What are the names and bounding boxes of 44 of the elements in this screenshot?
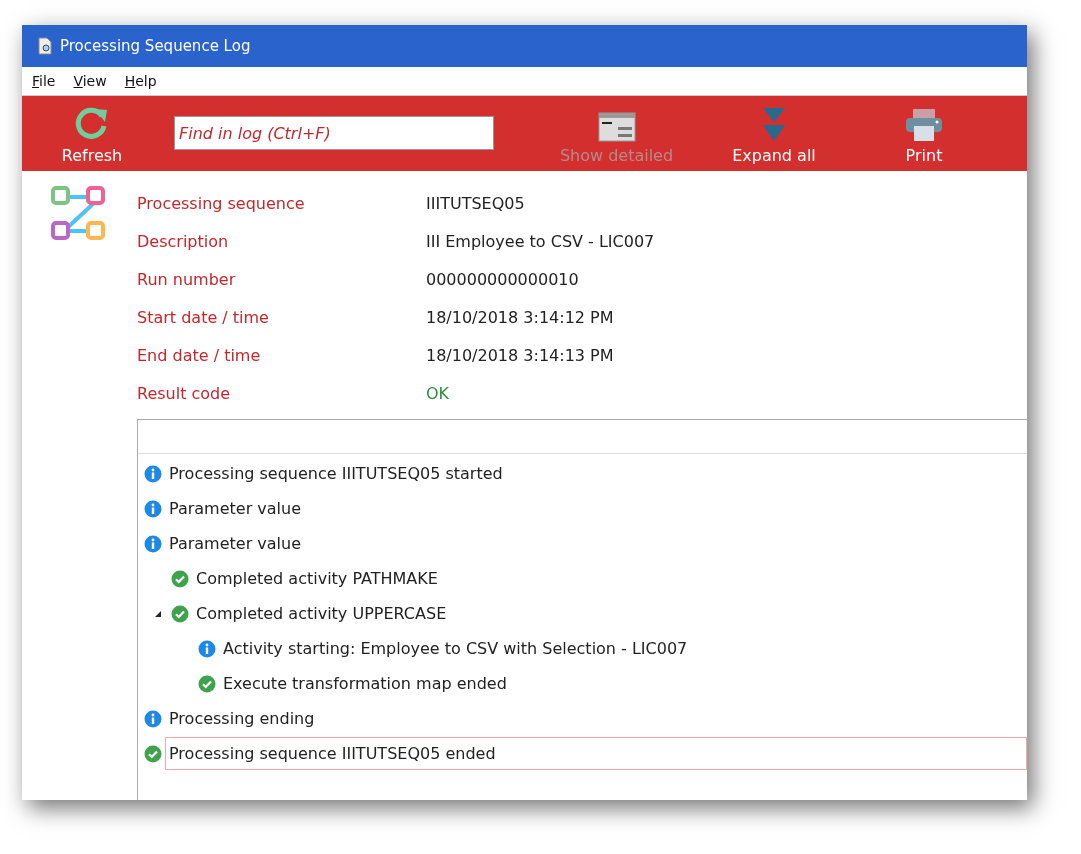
check-icon: [144, 744, 162, 763]
search-field[interactable]: Find in log (Ctrl+F): [174, 116, 494, 150]
check-icon: [198, 674, 216, 693]
field-label: Result code: [137, 383, 232, 405]
expanded-triangle-icon[interactable]: [153, 609, 162, 618]
field-value: OK: [426, 383, 451, 405]
field-label: Description: [137, 231, 230, 253]
sequence-diagram-icon: [50, 185, 108, 243]
window-icon: [597, 112, 636, 142]
check-icon: [171, 604, 189, 623]
log-entry[interactable]: Parameter value: [165, 492, 1027, 525]
window-title: Processing Sequence Log: [60, 37, 251, 55]
printer-icon: [905, 108, 943, 142]
field-value: 18/10/2018 3:14:13 PM: [426, 345, 615, 367]
info-icon: [198, 639, 216, 658]
print-button[interactable]: Print: [849, 96, 999, 171]
field-label: Processing sequence: [137, 193, 306, 215]
field-value: 18/10/2018 3:14:12 PM: [426, 307, 615, 329]
log-entry[interactable]: Execute transformation map ended: [219, 667, 1027, 700]
log-entry[interactable]: Parameter value: [165, 527, 1027, 560]
log-entry[interactable]: Processing sequence IIITUTSEQ05 started: [165, 457, 1027, 490]
info-icon: [144, 534, 162, 553]
log-entry[interactable]: Completed activity UPPERCASE: [192, 597, 1027, 630]
field-value: 000000000000010: [426, 269, 580, 291]
log-entry[interactable]: Activity starting: Employee to CSV with Selection - LIC007: [219, 632, 1027, 665]
expand-all-button[interactable]: Expand all: [699, 96, 849, 171]
menu-item[interactable]: Help: [124, 73, 157, 89]
menu-item[interactable]: View: [73, 73, 107, 89]
refresh-button[interactable]: Refresh: [22, 96, 162, 171]
document-search-icon: [38, 37, 52, 55]
log-entry[interactable]: Processing ending: [165, 702, 1027, 735]
check-icon: [171, 569, 189, 588]
field-label: End date / time: [137, 345, 262, 367]
info-icon: [144, 464, 162, 483]
field-value: IIITUTSEQ05: [426, 193, 526, 215]
menu-item[interactable]: File: [32, 73, 56, 89]
info-icon: [144, 499, 162, 518]
log-entry[interactable]: Processing sequence IIITUTSEQ05 ended: [165, 737, 1027, 770]
field-label: Run number: [137, 269, 237, 291]
double-down-arrow-icon: [763, 108, 785, 142]
field-value: III Employee to CSV - LIC007: [426, 231, 655, 253]
info-icon: [144, 709, 162, 728]
field-label: Start date / time: [137, 307, 270, 329]
log-entry[interactable]: Completed activity PATHMAKE: [192, 562, 1027, 595]
